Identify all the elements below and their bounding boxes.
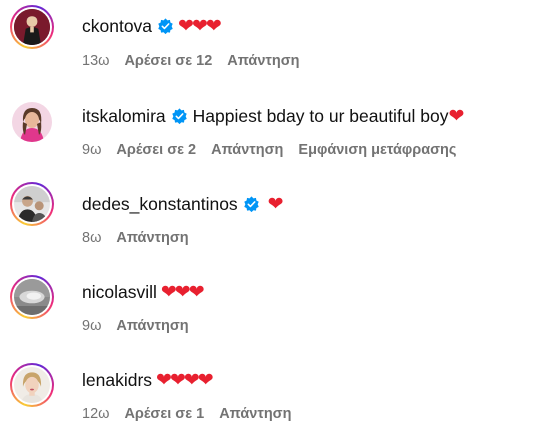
heart-emoji: ❤ — [448, 105, 465, 127]
avatar-image — [14, 279, 50, 315]
avatar-image — [14, 186, 50, 222]
reply-button[interactable]: Απάντηση — [116, 318, 188, 334]
avatar-photo — [14, 186, 50, 222]
reply-button[interactable]: Απάντηση — [219, 406, 291, 422]
avatar-photo — [12, 102, 52, 142]
comment-item: lenakidrs ❤❤❤❤ 12ω Αρέσει σε 1 Απάντηση — [0, 352, 537, 432]
comment-time[interactable]: 12ω — [82, 406, 109, 422]
avatar[interactable] — [10, 5, 54, 49]
reply-button[interactable]: Απάντηση — [227, 53, 299, 69]
verified-badge-icon — [157, 17, 174, 35]
comment-time[interactable]: 13ω — [82, 53, 109, 69]
comment-time[interactable]: 9ω — [82, 318, 101, 334]
comment-item: itskalomira Happiest bday to ur beautifu… — [0, 88, 537, 168]
comment-text: Happiest bday to ur beautiful boy — [192, 106, 449, 126]
avatar-photo — [14, 367, 50, 403]
reply-button[interactable]: Απάντηση — [211, 142, 283, 158]
avatar-image — [14, 367, 50, 403]
comment-item: nicolasvill ❤❤❤ 9ω Απάντηση — [0, 264, 537, 344]
avatar-image — [12, 102, 52, 142]
likes-count-button[interactable]: Αρέσει σε 1 — [124, 406, 204, 422]
avatar-image — [14, 9, 50, 45]
verified-badge-icon — [243, 195, 260, 213]
comment-time[interactable]: 9ω — [82, 142, 101, 158]
avatar[interactable] — [10, 275, 54, 319]
avatar-photo — [14, 279, 50, 315]
username[interactable]: dedes_konstantinos — [82, 193, 238, 215]
likes-count-button[interactable]: Αρέσει σε 12 — [124, 53, 212, 69]
reply-button[interactable]: Απάντηση — [116, 230, 188, 246]
likes-count-button[interactable]: Αρέσει σε 2 — [116, 142, 196, 158]
username[interactable]: ckontova — [82, 15, 152, 37]
heart-emoji: ❤❤❤ — [160, 281, 205, 303]
username[interactable]: itskalomira — [82, 105, 166, 127]
heart-emoji: ❤❤❤❤ — [156, 369, 214, 391]
comment-item: ckontova ❤❤❤ 13ω Αρέσει σε 12 Απάντηση — [0, 0, 537, 80]
avatar[interactable] — [10, 182, 54, 226]
username[interactable]: lenakidrs — [82, 369, 152, 391]
avatar[interactable] — [10, 363, 54, 407]
see-translation-button[interactable]: Εμφάνιση μετάφρασης — [298, 142, 456, 158]
verified-badge-icon — [171, 107, 188, 125]
heart-emoji: ❤ — [267, 193, 284, 215]
comment-time[interactable]: 8ω — [82, 230, 101, 246]
avatar-photo — [14, 9, 50, 45]
username[interactable]: nicolasvill — [82, 281, 157, 303]
heart-emoji: ❤❤❤ — [178, 15, 222, 37]
avatar[interactable] — [10, 100, 54, 144]
comment-item: dedes_konstantinos ❤ 8ω Απάντηση — [0, 176, 537, 256]
